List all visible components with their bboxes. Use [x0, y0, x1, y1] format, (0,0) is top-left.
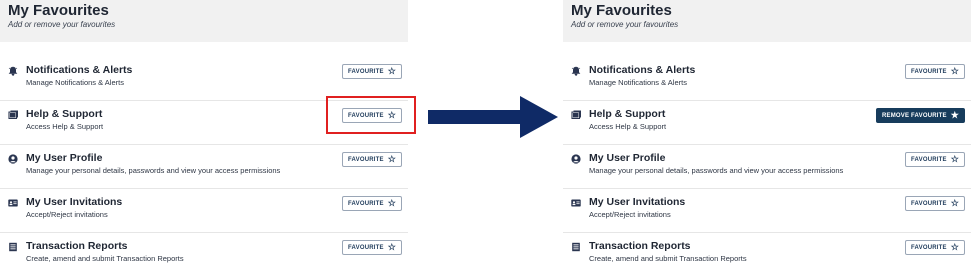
star-outline-icon: ☆	[950, 154, 959, 164]
user-circle-icon	[571, 154, 581, 164]
book-icon	[8, 110, 18, 120]
list-item-user-invitations: My User Invitations Accept/Reject invita…	[0, 189, 408, 233]
panel-header: My Favourites Add or remove your favouri…	[563, 0, 971, 42]
button-label: FAVOURITE	[348, 68, 384, 75]
panel-header: My Favourites Add or remove your favouri…	[0, 0, 408, 42]
item-description: Manage Notifications & Alerts	[26, 78, 124, 87]
item-description: Manage your personal details, passwords …	[589, 166, 844, 175]
item-title: My User Profile	[26, 152, 103, 164]
item-title: Transaction Reports	[26, 240, 128, 252]
book-icon	[571, 110, 581, 120]
user-circle-icon	[8, 154, 18, 164]
star-outline-icon: ☆	[950, 242, 959, 252]
list-item-user-invitations: My User Invitations Accept/Reject invita…	[563, 189, 971, 233]
remove-favourite-button[interactable]: REMOVE FAVOURITE ★	[875, 108, 965, 123]
page-title: My Favourites	[571, 2, 672, 19]
list-item-transaction-reports: Transaction Reports Create, amend and su…	[563, 233, 971, 276]
star-outline-icon: ☆	[387, 198, 396, 208]
favourite-button[interactable]: FAVOURITE ☆	[342, 64, 402, 79]
item-title: Transaction Reports	[589, 240, 691, 252]
id-card-icon	[8, 198, 18, 208]
button-label: FAVOURITE	[348, 244, 384, 251]
item-title: Notifications & Alerts	[589, 64, 696, 76]
button-label: FAVOURITE	[911, 68, 947, 75]
page-subtitle: Add or remove your favourites	[8, 20, 116, 29]
bell-icon	[8, 66, 18, 76]
item-title: My User Invitations	[589, 196, 686, 208]
item-title: My User Invitations	[26, 196, 123, 208]
item-title: Help & Support	[26, 108, 103, 120]
star-outline-icon: ☆	[950, 66, 959, 76]
arrow-right-icon	[428, 96, 558, 138]
favourite-button[interactable]: FAVOURITE ☆	[905, 196, 965, 211]
list-item-notifications: Notifications & Alerts Manage Notificati…	[563, 57, 971, 101]
item-description: Accept/Reject invitations	[26, 210, 108, 219]
item-description: Access Help & Support	[26, 122, 104, 131]
item-title: My User Profile	[589, 152, 666, 164]
item-title: Notifications & Alerts	[26, 64, 133, 76]
button-label: FAVOURITE	[348, 200, 384, 207]
item-description: Access Help & Support	[589, 122, 667, 131]
list-item-user-profile: My User Profile Manage your personal det…	[563, 145, 971, 189]
page-title: My Favourites	[8, 2, 109, 19]
item-description: Accept/Reject invitations	[589, 210, 671, 219]
button-label: REMOVE FAVOURITE	[881, 112, 947, 119]
item-description: Create, amend and submit Transaction Rep…	[26, 254, 184, 263]
report-icon	[8, 242, 18, 252]
favourite-button[interactable]: FAVOURITE ☆	[342, 152, 402, 167]
item-description: Manage your personal details, passwords …	[26, 166, 281, 175]
list-item-user-profile: My User Profile Manage your personal det…	[0, 145, 408, 189]
star-outline-icon: ☆	[387, 66, 396, 76]
item-title: Help & Support	[589, 108, 666, 120]
favourites-list: Notifications & Alerts Manage Notificati…	[563, 57, 971, 276]
item-description: Create, amend and submit Transaction Rep…	[589, 254, 747, 263]
button-label: FAVOURITE	[348, 156, 384, 163]
favourite-button[interactable]: FAVOURITE ☆	[905, 240, 965, 255]
star-outline-icon: ☆	[387, 154, 396, 164]
list-item-help-support: Help & Support Access Help & Support REM…	[563, 101, 971, 145]
page-subtitle: Add or remove your favourites	[571, 20, 679, 29]
favourite-button[interactable]: FAVOURITE ☆	[905, 152, 965, 167]
favourites-panel-after: My Favourites Add or remove your favouri…	[563, 0, 971, 272]
favourite-button[interactable]: FAVOURITE ☆	[905, 64, 965, 79]
report-icon	[571, 242, 581, 252]
bell-icon	[571, 66, 581, 76]
button-label: FAVOURITE	[911, 244, 947, 251]
star-outline-icon: ☆	[950, 198, 959, 208]
button-label: FAVOURITE	[911, 156, 947, 163]
favourite-button[interactable]: FAVOURITE ☆	[342, 196, 402, 211]
favourites-panel-before: My Favourites Add or remove your favouri…	[0, 0, 408, 272]
star-filled-icon: ★	[950, 110, 959, 120]
favourite-button[interactable]: FAVOURITE ☆	[342, 240, 402, 255]
highlight-box	[326, 96, 416, 134]
id-card-icon	[571, 198, 581, 208]
star-outline-icon: ☆	[387, 242, 396, 252]
list-item-notifications: Notifications & Alerts Manage Notificati…	[0, 57, 408, 101]
item-description: Manage Notifications & Alerts	[589, 78, 687, 87]
favourites-list: Notifications & Alerts Manage Notificati…	[0, 57, 408, 276]
button-label: FAVOURITE	[911, 200, 947, 207]
list-item-transaction-reports: Transaction Reports Create, amend and su…	[0, 233, 408, 276]
